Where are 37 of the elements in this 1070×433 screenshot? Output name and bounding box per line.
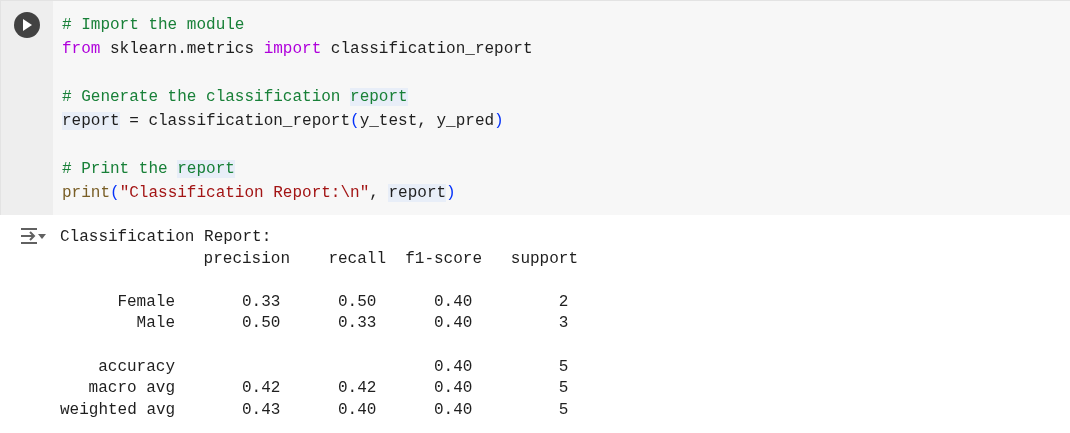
metric-value: 5 <box>557 378 570 400</box>
metric-value: 0.50 <box>337 291 378 313</box>
metric-value: 0.50 <box>241 313 282 335</box>
code-line: print("Classification Report:\n", report) <box>62 183 457 204</box>
metric-value: 0.40 <box>433 291 474 313</box>
output-toggle-icon[interactable] <box>19 227 46 245</box>
column-header: support <box>509 248 578 270</box>
metric-value: 5 <box>557 356 570 378</box>
code-line: # Import the module <box>62 15 246 36</box>
metric-value: 0.40 <box>433 378 474 400</box>
metric-value: 0.43 <box>241 399 282 421</box>
column-header: f1-score <box>404 248 482 270</box>
output-title: Classification Report: <box>60 227 273 248</box>
metric-value: 0.42 <box>241 378 282 400</box>
metric-value: 0.33 <box>241 291 282 313</box>
code-line: # Print the report <box>62 159 236 180</box>
metric-value: 0.40 <box>433 399 474 421</box>
row-label: Male <box>135 313 175 335</box>
run-button[interactable] <box>14 12 40 38</box>
metric-value: 2 <box>557 291 570 313</box>
play-icon <box>22 19 32 31</box>
column-header: recall <box>327 248 386 270</box>
metric-value: 0.40 <box>433 356 474 378</box>
row-label: weighted avg <box>60 399 175 421</box>
metric-value: 0.33 <box>337 313 378 335</box>
row-label: Female <box>116 291 175 313</box>
metric-value: 0.40 <box>337 399 378 421</box>
metric-value: 3 <box>557 313 570 335</box>
code-line: report = classification_report(y_test, y_pred) <box>62 111 505 132</box>
metric-value: 0.40 <box>433 313 474 335</box>
metric-value: 0.42 <box>337 378 378 400</box>
row-label: macro avg <box>87 378 175 400</box>
code-line: from sklearn.metrics import classification_report <box>62 39 533 60</box>
row-label: accuracy <box>97 356 175 378</box>
metric-value: 5 <box>557 399 570 421</box>
column-header: precision <box>202 248 290 270</box>
code-line: # Generate the classification report <box>62 87 409 108</box>
